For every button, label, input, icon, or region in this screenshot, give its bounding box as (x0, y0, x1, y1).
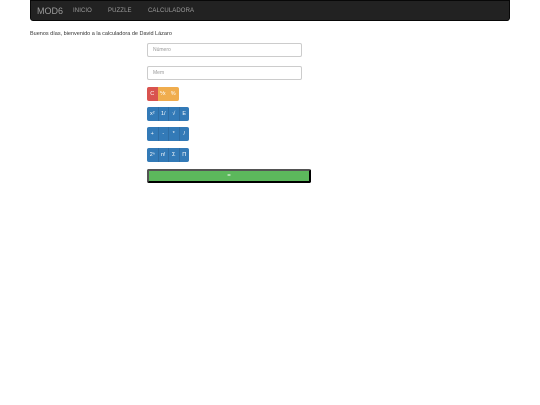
button-row-operators: + - * / (147, 127, 189, 141)
nav-link-inicio[interactable]: INICIO (73, 7, 92, 15)
memory-input[interactable] (147, 66, 302, 80)
number-input[interactable] (147, 43, 302, 57)
inverse-button[interactable]: 1/ (157, 107, 168, 121)
nav-link-calculadora[interactable]: CALCULADORA (148, 7, 194, 15)
button-row-advanced: 2ⁿ n! Σ Π (147, 148, 189, 162)
button-row-functions: x² 1/ √ E (147, 107, 189, 121)
nav-link-puzzle[interactable]: PUZZLE (108, 7, 132, 15)
subtract-button[interactable]: - (157, 127, 168, 141)
divide-button[interactable]: / (178, 127, 189, 141)
sqrt-button[interactable]: √ (168, 107, 179, 121)
navbar-brand[interactable]: MOD6 (37, 5, 63, 17)
welcome-message: Buenos días, bienvenido a la calculadora… (30, 31, 172, 37)
sum-button[interactable]: Σ (168, 148, 179, 162)
equals-button[interactable]: = (147, 169, 311, 183)
clear-button[interactable]: C (147, 87, 158, 101)
percent-button[interactable]: % (168, 87, 179, 101)
multiply-button[interactable]: * (168, 127, 179, 141)
add-button[interactable]: + (147, 127, 158, 141)
reciprocal-button[interactable]: ⅟x (157, 87, 168, 101)
product-button[interactable]: Π (178, 148, 189, 162)
square-button[interactable]: x² (147, 107, 158, 121)
top-navbar: MOD6 INICIO PUZZLE CALCULADORA (30, 0, 510, 21)
exponent-button[interactable]: E (178, 107, 189, 121)
factorial-button[interactable]: n! (157, 148, 168, 162)
button-row-clear: C ⅟x % (147, 87, 179, 101)
power-of-two-button[interactable]: 2ⁿ (147, 148, 158, 162)
